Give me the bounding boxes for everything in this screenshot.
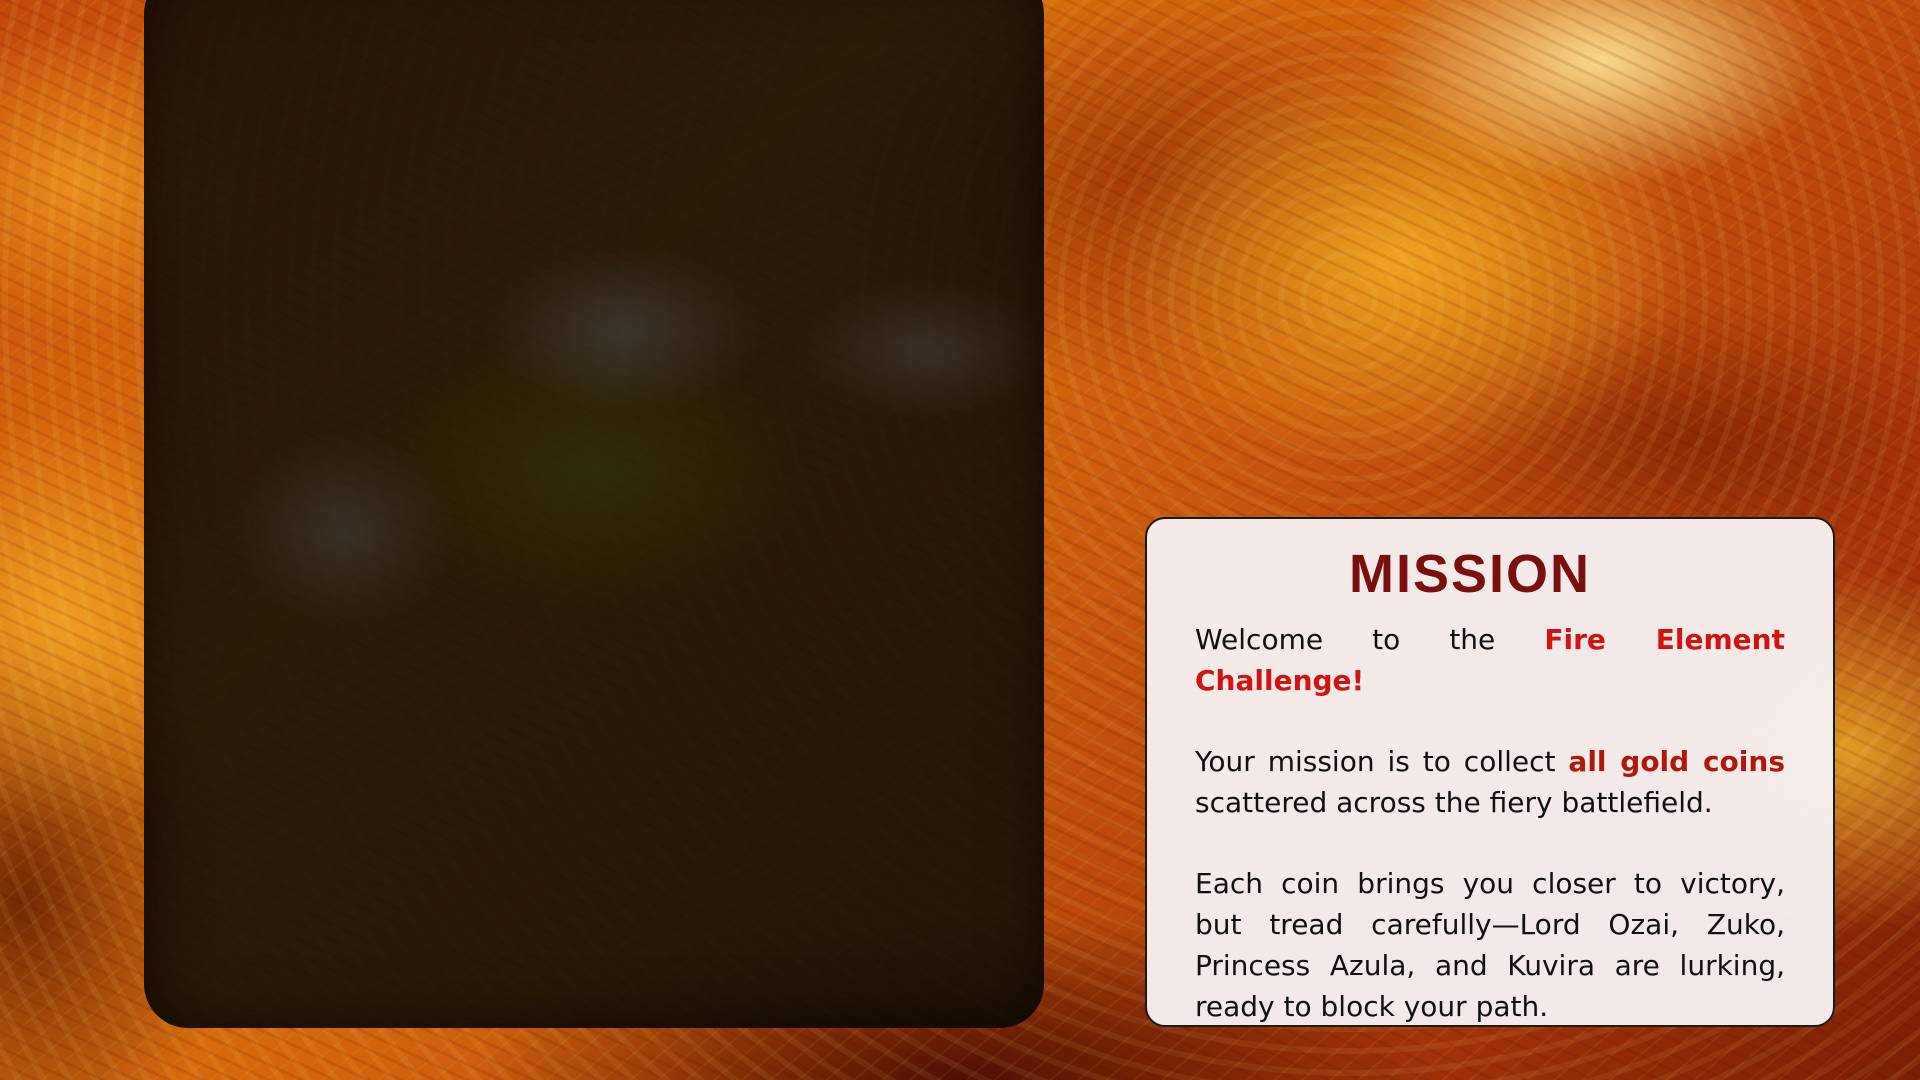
mission-title: MISSION <box>1348 544 1592 604</box>
mission-goal-text: Your mission is to collect <box>1195 745 1569 778</box>
gold-coins-highlight: all gold coins <box>1568 745 1785 778</box>
mission-intro: Welcome to the Fire Element Challenge! <box>1195 619 1785 701</box>
mission-goal-suffix: scattered across the fiery battlefield. <box>1195 786 1713 819</box>
mission-card: MISSION Welcome to the Fire Element Chal… <box>1145 517 1835 1027</box>
mission-intro-text: Welcome to the <box>1195 623 1545 656</box>
game-screen: { "mission": { "title": "MISSION", "intr… <box>0 0 1920 1080</box>
game-area-panel[interactable] <box>144 0 1044 1028</box>
mission-goal: Your mission is to collect all gold coin… <box>1195 741 1785 823</box>
mission-warning: Each coin brings you closer to victory, … <box>1195 867 1785 1023</box>
